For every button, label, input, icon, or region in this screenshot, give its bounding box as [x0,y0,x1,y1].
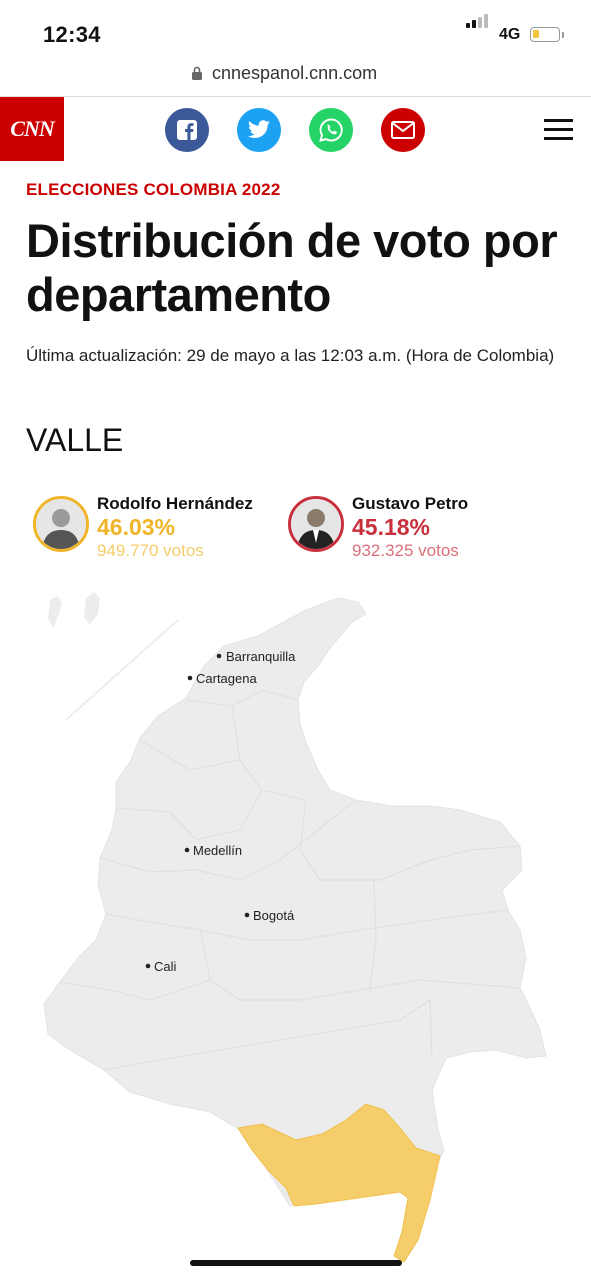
email-share-button[interactable] [381,108,425,152]
candidate-votes: 949.770 votos [97,541,204,560]
city-marker: Bogotá [244,908,295,923]
article-kicker[interactable]: ELECCIONES COLOMBIA 2022 [26,180,281,200]
city-marker: Medellín [184,843,242,858]
home-indicator[interactable] [190,1260,402,1266]
whatsapp-share-button[interactable] [309,108,353,152]
avatar [288,496,344,552]
city-label-cartagena: Cartagena [196,671,257,686]
lock-icon [192,66,202,80]
last-updated: Última actualización: 29 de mayo a las 1… [26,346,555,365]
candidate-percent: 46.03% [97,514,176,540]
candidate-name: Rodolfo Hernández [97,494,253,513]
twitter-icon [248,120,270,138]
network-label: 4G [499,26,521,43]
mail-icon [391,121,415,139]
candidate-photo-icon [36,499,86,549]
battery-icon [530,27,560,42]
island-shape [84,592,100,624]
department-name: VALLE [26,422,124,458]
city-label-bogota: Bogotá [253,908,295,923]
hamburger-menu-icon[interactable] [544,119,573,141]
url-text[interactable]: cnnespanol.cnn.com [212,63,377,84]
candidate-name: Gustavo Petro [352,494,469,513]
island-shape [48,596,62,628]
logo-text: CNN [10,116,54,141]
candidate-votes: 932.325 votos [352,541,459,560]
twitter-share-button[interactable] [237,108,281,152]
city-marker: Barranquilla [216,649,296,664]
city-label-barranquilla: Barranquilla [226,649,296,664]
avatar [33,496,89,552]
facebook-share-button[interactable] [165,108,209,152]
facebook-icon [177,120,197,140]
candidate-photo-icon [291,499,341,549]
whatsapp-icon [319,118,343,142]
candidate-card: Gustavo Petro 45.18% 932.325 votos [288,494,538,564]
city-marker: Cartagena [187,671,257,686]
page-title: Distribución de voto por departamento [26,214,558,321]
city-label-cali: Cali [154,959,177,974]
colombia-map[interactable]: Barranquilla Cartagena Medellín Bogotá C… [0,580,591,1280]
status-time: 12:34 [43,22,101,47]
city-label-medellin: Medellín [193,843,242,858]
status-bar: 12:34 4G [0,0,591,58]
candidate-percent: 45.18% [352,514,431,540]
map-guide-line [65,619,179,721]
cnn-logo[interactable]: CNN [0,97,64,161]
candidate-card: Rodolfo Hernández 46.03% 949.770 votos [33,494,283,564]
